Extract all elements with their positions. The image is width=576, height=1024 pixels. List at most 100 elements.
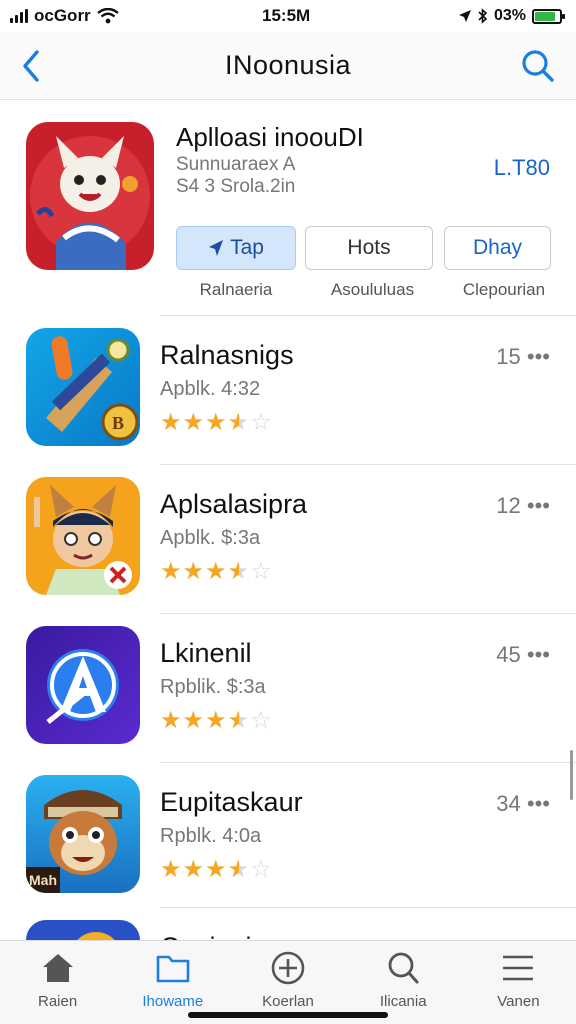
star-icon: ★ — [205, 707, 228, 734]
chevron-left-icon — [23, 50, 39, 82]
folder-icon — [156, 955, 190, 983]
star-icon: ★ — [160, 409, 183, 436]
hots-button[interactable]: Hots — [305, 226, 433, 270]
back-button[interactable] — [18, 46, 48, 86]
app-name: Ralnasnigs — [160, 340, 294, 370]
hots-button-label: Hots — [347, 236, 391, 259]
dhay-button[interactable]: Dhay — [444, 226, 551, 270]
featured-app-price[interactable]: L.T80 — [494, 155, 550, 181]
app-name: Lkinenil — [160, 638, 252, 668]
featured-app-icon[interactable] — [26, 122, 154, 270]
tab-label: Koerlan — [262, 993, 314, 1010]
tap-caption: Ralnaeria — [199, 280, 273, 299]
featured-subtitle-line-2: S4 3 Srola.2in — [176, 176, 296, 197]
signal-icon — [10, 9, 28, 23]
status-left: ocGorr — [10, 6, 119, 26]
star-icon: ★ — [227, 856, 251, 883]
star-icon: ★ — [205, 409, 228, 436]
star-icon: ★ — [227, 409, 251, 436]
app-subtitle: Apblk. 4:32 — [160, 378, 261, 400]
app-count: 12 ••• — [496, 493, 550, 519]
hots-caption: Asoululuas — [330, 280, 415, 299]
star-icon: ★ — [205, 856, 228, 883]
list-item[interactable]: Lkinenil Rpblik. $:3a ★★★★☆ 45 ••• — [26, 613, 576, 762]
carrier-name: ocGorr — [34, 6, 91, 25]
search-icon — [388, 952, 419, 984]
svg-text:B: B — [112, 413, 124, 433]
app-count: 45 ••• — [496, 642, 550, 668]
scrollbar[interactable] — [570, 750, 573, 800]
dhay-button-label: Dhay — [472, 236, 523, 259]
add-circle-icon — [271, 951, 305, 985]
app-name: Eupitaskaur — [160, 787, 303, 817]
tab-menu[interactable]: Vanen — [461, 941, 576, 1024]
bluetooth-icon — [478, 8, 488, 24]
more-icon[interactable]: ••• — [527, 493, 550, 518]
navigation-bar: INoonusia — [0, 32, 576, 100]
star-icon: ★ — [160, 707, 183, 734]
wifi-icon — [96, 8, 119, 24]
tap-button[interactable]: Tap — [176, 226, 296, 270]
featured-app-name: Aplloasi inoouDI — [176, 122, 364, 152]
tab-label: Ilicania — [379, 993, 427, 1010]
list-item[interactable]: Mah Eupitaskaur Rpblk. 4:0a ★★★★☆ 34 ••• — [26, 762, 576, 907]
rating-stars: ★★★★☆ — [160, 706, 273, 735]
app-icon[interactable] — [26, 477, 140, 595]
featured-app[interactable]: Aplloasi inoouDI Sunnuaraex A S4 3 Srola… — [0, 100, 576, 315]
menu-icon — [503, 955, 534, 981]
app-icon[interactable]: B — [26, 328, 140, 446]
star-icon: ★ — [160, 856, 183, 883]
navigation-arrow-icon — [209, 240, 224, 256]
app-count: 34 ••• — [496, 791, 550, 817]
battery-level — [535, 11, 555, 21]
rating-stars: ★★★★☆ — [160, 855, 273, 884]
app-subtitle: Rpblk. 4:0a — [160, 825, 262, 847]
app-count-value: 12 — [496, 493, 521, 518]
app-name: Aplsalasipra — [160, 489, 308, 519]
app-icon[interactable]: Mah — [26, 775, 140, 893]
app-count-value: 45 — [496, 642, 521, 667]
battery-percent: 03% — [493, 7, 526, 24]
star-icon: ★ — [182, 707, 206, 734]
search-button[interactable] — [518, 46, 558, 86]
star-icon: ☆ — [250, 409, 273, 436]
tap-button-label: Tap — [230, 236, 264, 259]
tab-label: Ihowame — [142, 993, 204, 1010]
star-icon: ★ — [205, 558, 228, 585]
tab-label: Vanen — [497, 993, 540, 1010]
home-indicator[interactable] — [188, 1012, 388, 1018]
list-item[interactable]: B Ralnasnigs Apblk. 4:32 ★★★★☆ 15 ••• — [26, 315, 576, 464]
rating-stars: ★★★★☆ — [160, 557, 273, 586]
app-count-value: 15 — [496, 344, 521, 369]
star-icon: ☆ — [250, 856, 273, 883]
app-list: B Ralnasnigs Apblk. 4:32 ★★★★☆ 15 ••• Ap… — [0, 315, 576, 1024]
search-icon — [522, 50, 554, 82]
star-icon: ★ — [182, 409, 206, 436]
app-count-value: 34 — [496, 791, 521, 816]
star-icon: ★ — [227, 707, 251, 734]
location-icon — [458, 10, 471, 22]
status-right: 03% — [458, 7, 565, 25]
featured-app-subtitle: Sunnuaraex A S4 3 Srola.2in — [176, 154, 295, 198]
status-bar: ocGorr 15:5M 03% — [0, 0, 576, 32]
star-icon: ★ — [182, 856, 206, 883]
more-icon[interactable]: ••• — [527, 791, 550, 816]
app-count: 15 ••• — [496, 344, 550, 370]
app-subtitle: Apblk. $:3a — [160, 527, 261, 549]
svg-text:Mah: Mah — [29, 872, 57, 888]
star-icon: ★ — [227, 558, 251, 585]
status-time: 15:5M — [262, 6, 311, 25]
dhay-caption: Clepourian — [462, 280, 546, 299]
featured-subtitle-line-1: Sunnuaraex A — [176, 154, 296, 175]
home-icon — [42, 954, 73, 982]
more-icon[interactable]: ••• — [527, 344, 550, 369]
tab-label: Raien — [38, 993, 78, 1010]
app-icon[interactable] — [26, 626, 140, 744]
app-subtitle: Rpblik. $:3a — [160, 676, 266, 698]
star-icon: ☆ — [250, 707, 273, 734]
list-item[interactable]: Aplsalasipra Apblk. $:3a ★★★★☆ 12 ••• — [26, 464, 576, 613]
tab-home[interactable]: Raien — [0, 941, 115, 1024]
star-icon: ☆ — [250, 558, 273, 585]
more-icon[interactable]: ••• — [527, 642, 550, 667]
star-icon: ★ — [160, 558, 183, 585]
